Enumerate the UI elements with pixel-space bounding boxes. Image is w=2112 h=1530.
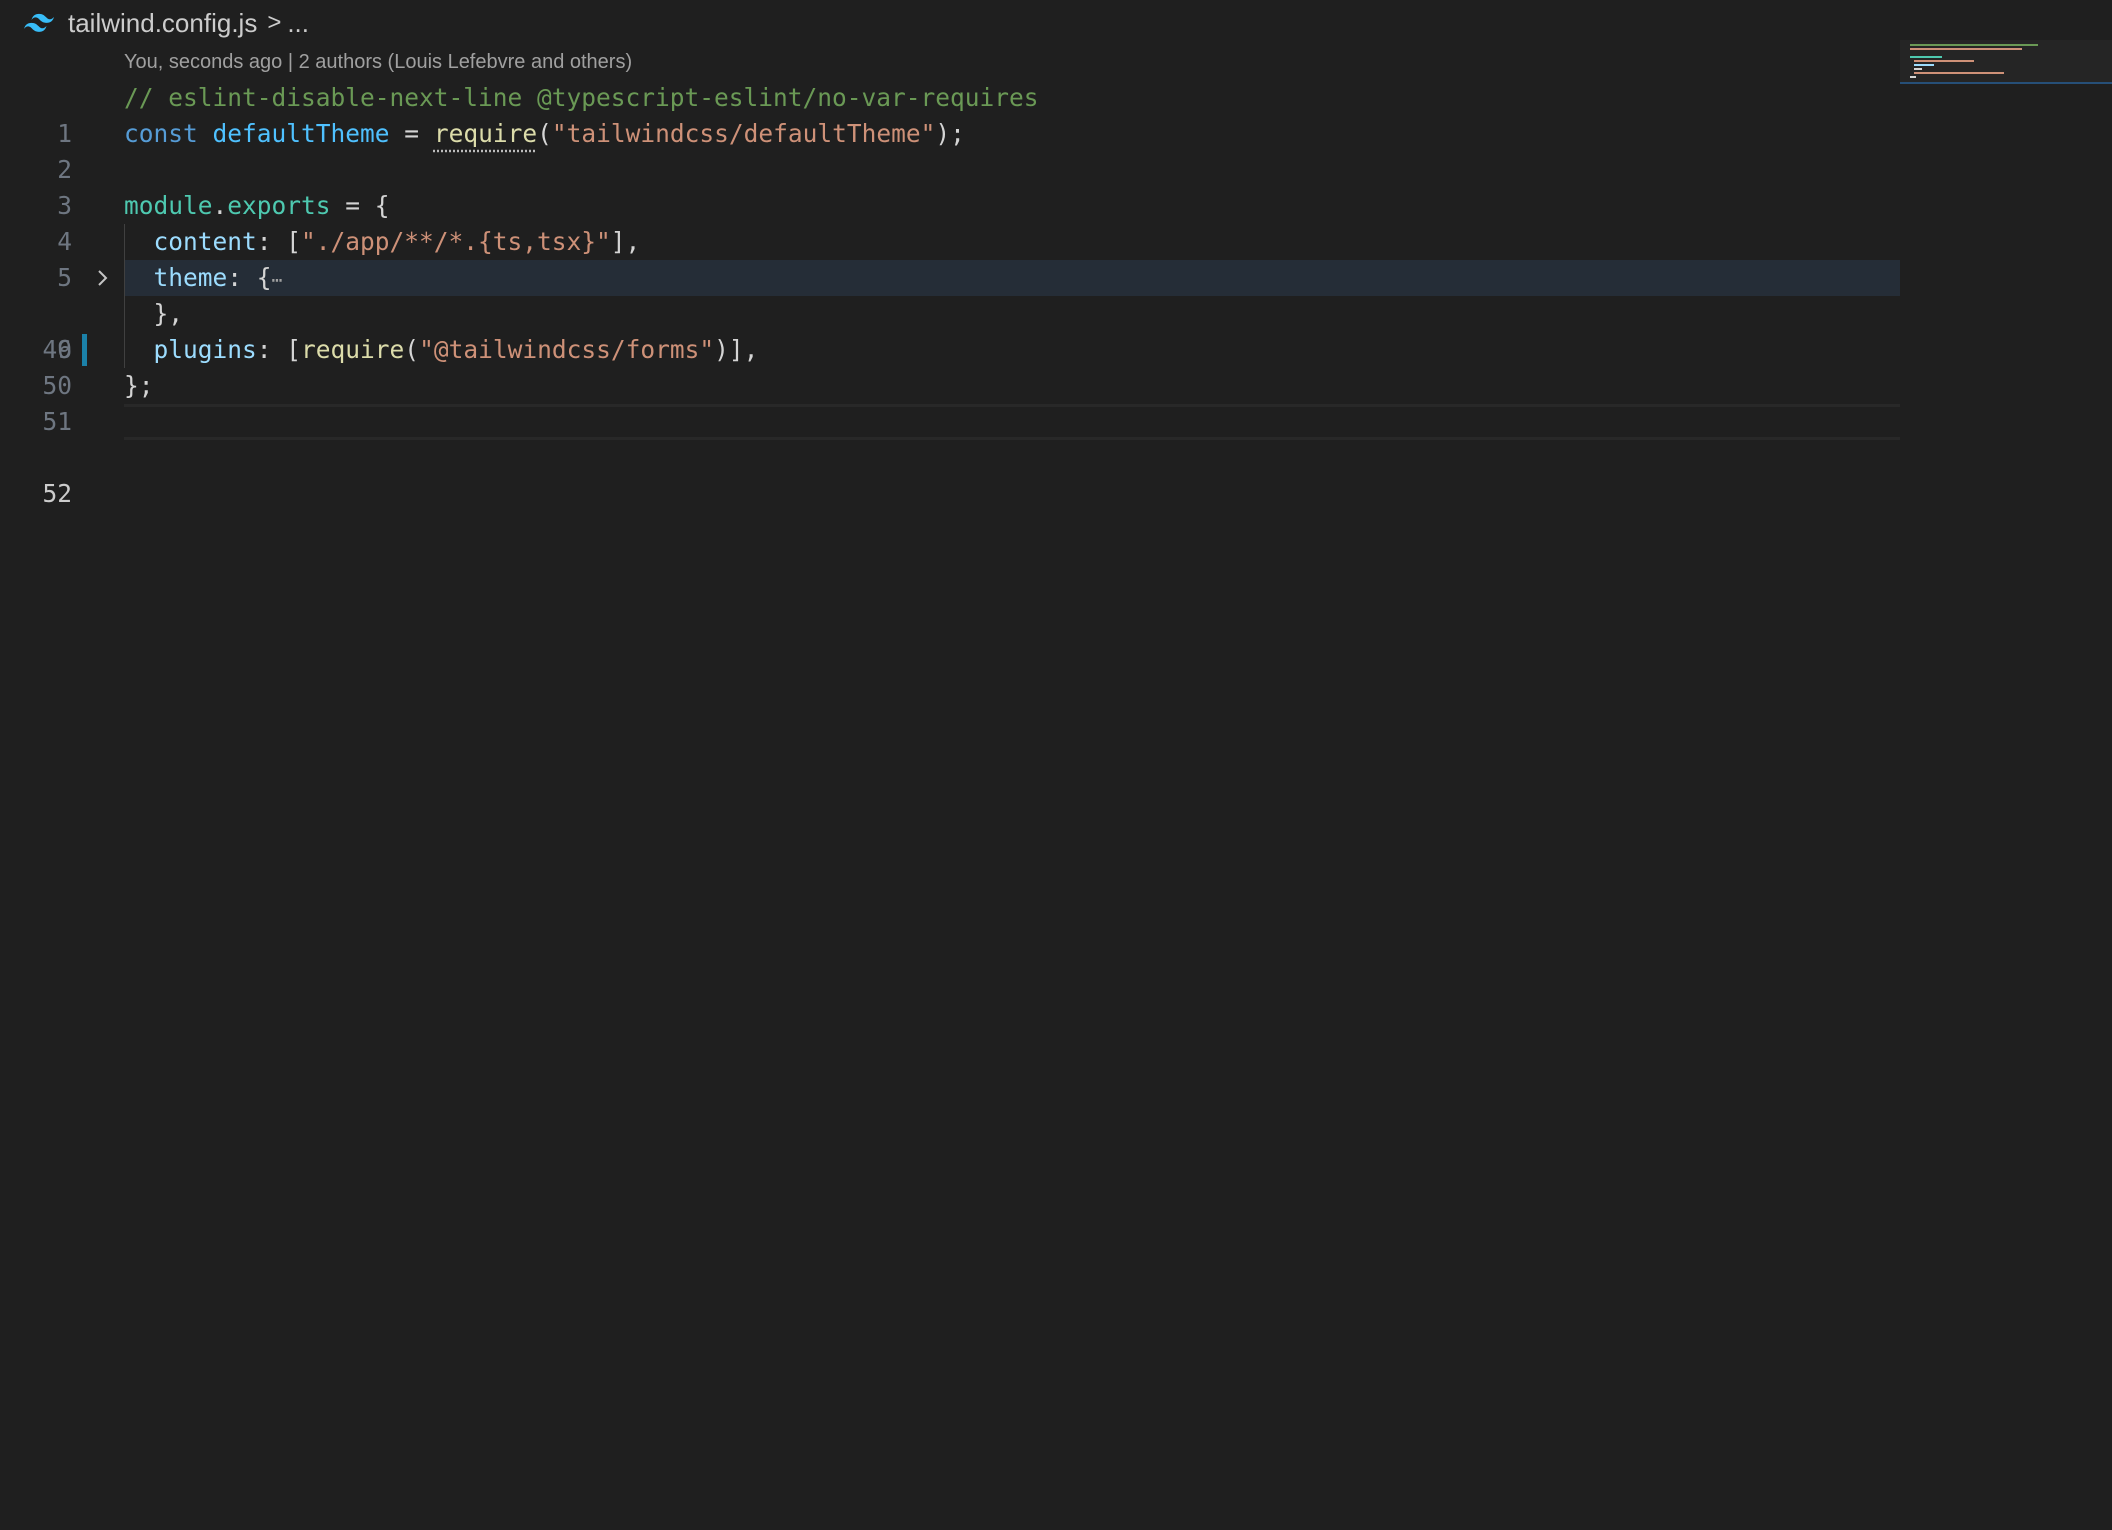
code-line-6[interactable]: 6 theme: {⋯ — [0, 260, 1900, 364]
breadcrumb-file[interactable]: tailwind.config.js — [68, 8, 257, 39]
minimap-viewport-edge — [1900, 82, 2112, 84]
variable-name: defaultTheme — [212, 119, 390, 148]
code-line-4[interactable]: 4 module.exports = { — [0, 188, 1900, 256]
function-call: require — [301, 335, 405, 364]
property-key: theme — [153, 263, 228, 292]
punctuation: : [ — [256, 335, 302, 364]
code-line-2[interactable]: 2 const defaultTheme = require("tailwind… — [0, 116, 1900, 184]
punctuation: }, — [153, 299, 184, 328]
punctuation: )], — [714, 335, 759, 364]
breadcrumb-symbols[interactable]: ... — [287, 8, 309, 39]
module-identifier: module — [124, 191, 213, 220]
code-comment: // eslint-disable-next-line @typescript-… — [124, 83, 1039, 112]
indent-guide — [124, 260, 154, 296]
folded-ellipsis[interactable]: ⋯ — [272, 270, 283, 291]
code-line-51[interactable]: 51 }; — [0, 368, 1900, 436]
punctuation: : [ — [256, 227, 302, 256]
code-line-52[interactable]: 52 — [0, 404, 1900, 508]
string-literal: "./app/**/*.{ts,tsx}" — [301, 227, 611, 256]
punctuation: : { — [227, 263, 272, 292]
punctuation: }; — [124, 371, 154, 400]
punctuation: ( — [404, 335, 420, 364]
breadcrumb-separator: > — [267, 9, 282, 36]
indent-guide — [124, 296, 154, 332]
code-line-5[interactable]: 5 content: ["./app/**/*.{ts,tsx}"], — [0, 224, 1900, 292]
operator: = — [389, 119, 434, 148]
minimap[interactable] — [1900, 40, 2112, 84]
code-editor[interactable]: tailwind.config.js > ... You, seconds ag… — [0, 0, 2112, 1530]
property-key: plugins — [153, 335, 257, 364]
string-literal: "tailwindcss/defaultTheme" — [551, 119, 936, 148]
tailwind-logo-icon — [24, 13, 54, 32]
property-exports: exports — [227, 191, 331, 220]
function-call: require — [433, 119, 538, 148]
punctuation: = { — [330, 191, 390, 220]
indent-guide — [124, 224, 154, 260]
line-number: 52 — [42, 479, 72, 508]
breadcrumb: tailwind.config.js > ... — [24, 6, 309, 40]
code-line-50[interactable]: 50 plugins: [require("@tailwindcss/forms… — [0, 332, 1900, 400]
code-line-49[interactable]: 49 }, — [0, 296, 1900, 364]
code-lines[interactable]: 1 // eslint-disable-next-line @typescrip… — [0, 80, 1900, 508]
chevron-right-icon[interactable] — [93, 260, 113, 296]
indent-guide — [124, 332, 154, 368]
git-blame-codelens[interactable]: You, seconds ago | 2 authors (Louis Lefe… — [124, 51, 632, 74]
code-line-1[interactable]: 1 // eslint-disable-next-line @typescrip… — [0, 80, 1900, 148]
string-literal: "@tailwindcss/forms" — [419, 335, 715, 364]
punctuation: ], — [610, 227, 641, 256]
keyword-const: const — [124, 119, 198, 148]
punctuation: ); — [935, 119, 965, 148]
punctuation: ( — [537, 119, 552, 148]
code-line-3[interactable]: 3 — [0, 152, 1900, 220]
punctuation: . — [212, 191, 228, 220]
property-key: content — [153, 227, 257, 256]
modified-line-indicator[interactable] — [82, 334, 87, 366]
